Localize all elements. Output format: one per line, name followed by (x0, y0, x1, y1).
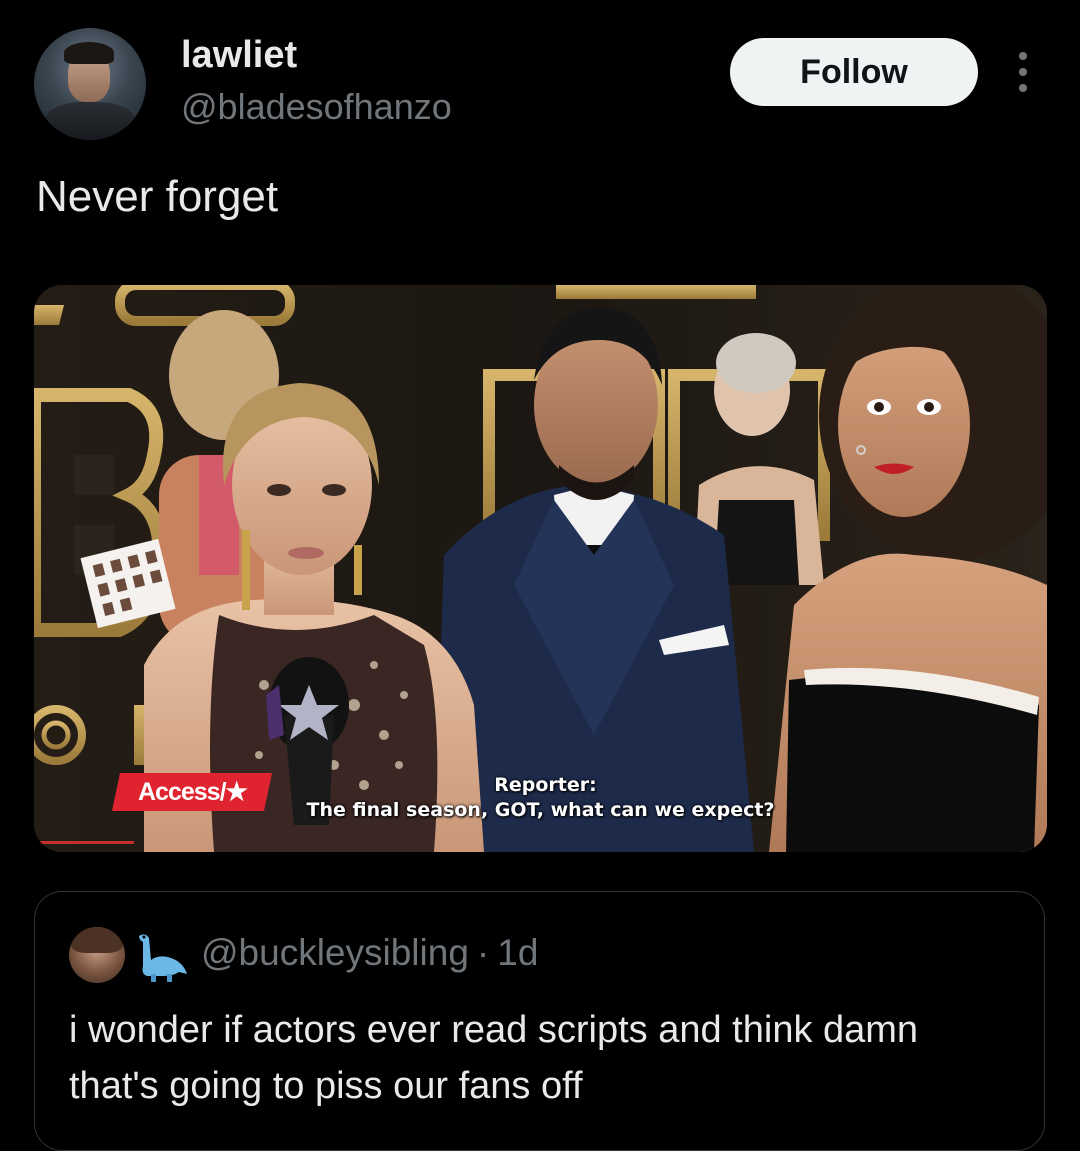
display-name[interactable]: lawliet (181, 34, 297, 77)
quoted-timestamp[interactable]: 1d (497, 932, 538, 973)
tweet-media[interactable]: Access/★ Reporter: The final season, GOT… (34, 285, 1047, 852)
caption-text: The final season, GOT, what can we expec… (306, 799, 775, 821)
meta-separator: · (476, 932, 490, 973)
quoted-user-meta: @buckleysibling · 1d (201, 932, 538, 974)
tweet: lawliet @bladesofhanzo Follow Never forg… (0, 0, 1080, 1151)
quoted-tweet[interactable]: @buckleysibling · 1d i wonder if actors ev… (34, 891, 1045, 1151)
follow-button[interactable]: Follow (730, 38, 978, 106)
avatar-coat (44, 102, 136, 140)
more-options-icon[interactable] (1010, 52, 1036, 92)
dinosaur-icon (139, 934, 187, 982)
video-progress-bar (34, 841, 134, 844)
tweet-text: Never forget (36, 172, 279, 221)
avatar-hair (64, 42, 114, 64)
quoted-tweet-text: i wonder if actors ever read scripts and… (69, 1009, 919, 1107)
user-handle[interactable]: @bladesofhanzo (181, 86, 452, 128)
avatar[interactable] (34, 28, 146, 140)
quoted-avatar-hair (71, 927, 123, 953)
quoted-user-handle[interactable]: @buckleysibling (201, 932, 469, 973)
caption-speaker: Reporter: (494, 774, 597, 796)
media-image (34, 285, 1047, 852)
video-caption: Reporter: The final season, GOT, what ca… (34, 773, 1047, 823)
quoted-avatar[interactable] (69, 927, 125, 983)
